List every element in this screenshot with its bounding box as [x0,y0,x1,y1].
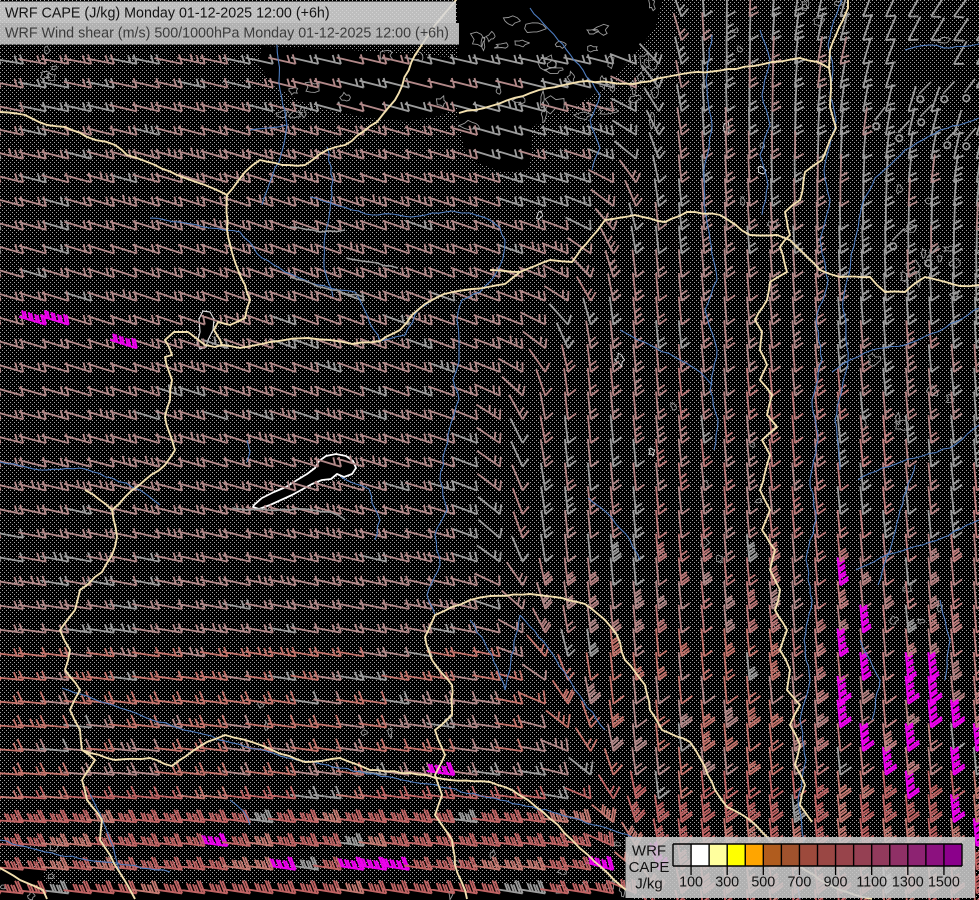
svg-text:CAPE: CAPE [629,859,670,876]
svg-text:500: 500 [751,875,775,891]
svg-text:WRF CAPE (J/kg) Monday 01-12-2: WRF CAPE (J/kg) Monday 01-12-2025 12:00 … [5,6,330,22]
svg-text:WRF Wind shear (m/s) 500/1000h: WRF Wind shear (m/s) 500/1000hPa Monday … [5,26,449,42]
svg-text:1100: 1100 [856,875,887,891]
svg-text:300: 300 [715,875,739,891]
svg-text:100: 100 [679,875,703,891]
svg-text:1500: 1500 [928,875,960,891]
svg-text:WRF: WRF [632,843,666,860]
svg-text:1300: 1300 [892,875,924,891]
svg-text:J/kg: J/kg [635,876,663,893]
svg-text:900: 900 [824,875,848,891]
svg-text:700: 700 [787,875,811,891]
